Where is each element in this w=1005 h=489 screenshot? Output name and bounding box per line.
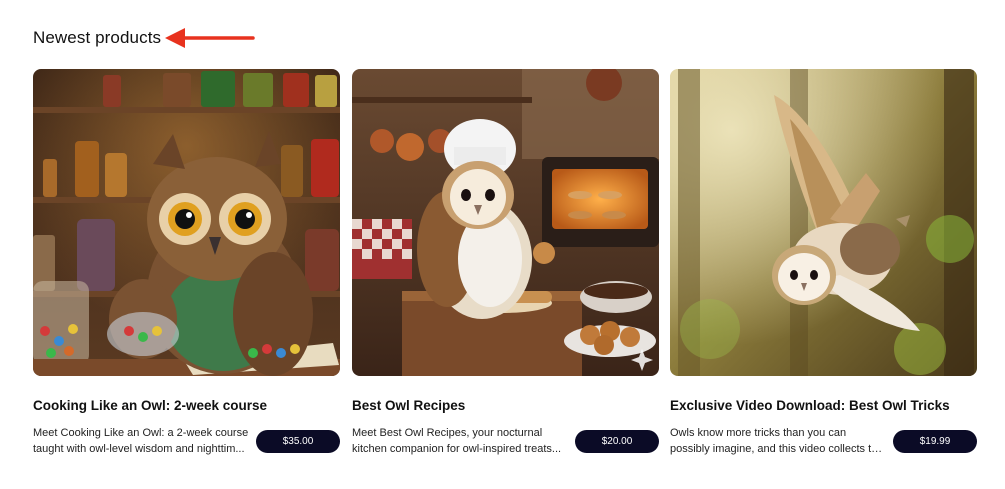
product-card[interactable]: Cooking Like an Owl: 2-week course Meet …: [33, 69, 340, 455]
product-title[interactable]: Exclusive Video Download: Best Owl Trick…: [670, 398, 950, 413]
section-title: Newest products: [33, 28, 162, 47]
product-description: Owls know more tricks than you can possi…: [670, 427, 884, 455]
price-button[interactable]: $35.00: [256, 430, 340, 453]
product-description: Meet Cooking Like an Owl: a 2-week cours…: [33, 427, 249, 455]
price-button[interactable]: $20.00: [575, 430, 659, 453]
owl-chef-baking-image[interactable]: [352, 69, 659, 376]
product-card[interactable]: Best Owl Recipes Meet Best Owl Recipes, …: [352, 69, 659, 455]
section-header: Newest products: [33, 24, 161, 52]
annotation-arrow-icon: [165, 28, 255, 48]
owl-flying-forest-image[interactable]: [670, 69, 977, 376]
product-title[interactable]: Best Owl Recipes: [352, 398, 465, 413]
owl-cooking-pantry-image[interactable]: [33, 69, 340, 376]
price-button[interactable]: $19.99: [893, 430, 977, 453]
product-title[interactable]: Cooking Like an Owl: 2-week course: [33, 398, 267, 413]
product-description: Meet Best Owl Recipes, your nocturnal ki…: [352, 427, 562, 455]
product-card[interactable]: Exclusive Video Download: Best Owl Trick…: [670, 69, 977, 455]
